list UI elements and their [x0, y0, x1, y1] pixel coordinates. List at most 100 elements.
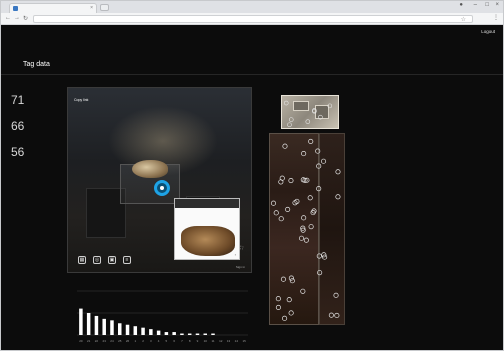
- walk-view-icon[interactable]: ▣: [108, 256, 116, 264]
- tour-viewer[interactable]: Copy link › ▦ ◎ ▣ ≡ ⛶ Sign in: [67, 87, 252, 273]
- chart-tick-label: 24: [110, 339, 114, 343]
- plan-tag-marker[interactable]: [307, 195, 313, 201]
- tab-tag-data[interactable]: Tag data: [23, 61, 50, 68]
- chart-bar[interactable]: [187, 333, 192, 335]
- bookmark-star-icon[interactable]: ☆: [461, 16, 466, 23]
- plan-tag-marker[interactable]: [333, 292, 339, 298]
- user-icon[interactable]: ●: [459, 2, 463, 8]
- plan-tag-marker[interactable]: [315, 148, 321, 154]
- plan-tag-marker[interactable]: [288, 178, 294, 184]
- plan-tag-marker[interactable]: [316, 253, 322, 259]
- plan-tag-marker[interactable]: [305, 119, 311, 124]
- address-bar[interactable]: ☆: [33, 15, 473, 23]
- chart-bar[interactable]: [79, 308, 83, 335]
- back-icon[interactable]: ←: [5, 15, 11, 21]
- minimize-icon[interactable]: –: [474, 2, 477, 8]
- chart-bar[interactable]: [172, 332, 176, 335]
- plan-tag-marker[interactable]: [301, 215, 307, 221]
- plan-tag-marker[interactable]: [289, 278, 295, 284]
- chart-tick-label: 12: [219, 339, 223, 343]
- plan-tag-marker[interactable]: [270, 200, 277, 206]
- chart-bar[interactable]: [156, 330, 161, 335]
- chart-bar[interactable]: [203, 333, 207, 335]
- floorplan-view-icon[interactable]: ▦: [78, 256, 86, 264]
- copy-link-button[interactable]: Copy link: [74, 98, 88, 102]
- chart-bar[interactable]: [133, 326, 138, 335]
- reload-icon[interactable]: ↻: [23, 15, 28, 22]
- plan-tag-marker[interactable]: [334, 312, 340, 319]
- chart-bar[interactable]: [110, 320, 114, 335]
- plan-tag-marker[interactable]: [335, 194, 341, 200]
- chart-tick-label: 1: [134, 339, 136, 343]
- chart-bar[interactable]: [125, 324, 130, 335]
- plan-tag-marker[interactable]: [316, 186, 322, 192]
- plan-tag-marker[interactable]: [278, 216, 284, 222]
- plan-tag-marker[interactable]: [279, 175, 285, 181]
- plan-tag-marker[interactable]: [282, 315, 288, 321]
- chart-bar[interactable]: [86, 313, 91, 335]
- plan-tag-marker[interactable]: [308, 138, 314, 144]
- view-tabs: Tag data: [11, 61, 62, 68]
- chart-bar[interactable]: [211, 333, 215, 335]
- plan-tag-marker[interactable]: [303, 237, 309, 243]
- tag-hotspot-icon[interactable]: [154, 180, 170, 196]
- chart-bar[interactable]: [164, 332, 169, 335]
- plan-tag-marker[interactable]: [335, 169, 341, 175]
- plan-tag-marker[interactable]: [316, 163, 322, 169]
- top-nav: Logout: [453, 29, 495, 34]
- bar-chart-svg: 20 21 22 23 24 25 26 1 2 3 4 5 6 7 8 9 10 11 12 13 14 15: [77, 290, 248, 343]
- plan-tag-marker[interactable]: [275, 304, 281, 310]
- plan-tag-marker[interactable]: [287, 122, 292, 128]
- plan-tag-marker[interactable]: [282, 143, 288, 149]
- plan-tag-marker[interactable]: [285, 206, 291, 212]
- forward-icon[interactable]: →: [14, 15, 20, 21]
- app-header: Logout: [1, 25, 503, 53]
- chart-tick-label: 5: [166, 339, 168, 343]
- sign-in-link[interactable]: Sign in: [236, 265, 245, 269]
- close-icon[interactable]: ×: [90, 5, 93, 11]
- plan-tag-marker[interactable]: [328, 312, 334, 318]
- maximize-icon[interactable]: □: [485, 2, 489, 8]
- tag-card-next-icon[interactable]: ›: [235, 252, 236, 257]
- chart-tick-label: 10: [204, 339, 208, 343]
- plan-tag-marker[interactable]: [288, 117, 294, 122]
- plan-tag-marker[interactable]: [318, 114, 323, 120]
- plan-tag-marker[interactable]: [298, 235, 305, 241]
- stat-value: 66: [11, 119, 25, 133]
- window-close-icon[interactable]: ×: [495, 2, 499, 8]
- plan-tag-marker[interactable]: [300, 288, 306, 294]
- browser-menu-icon[interactable]: ⋮: [493, 14, 499, 21]
- chart-bar[interactable]: [180, 333, 184, 335]
- plan-tag-marker[interactable]: [317, 270, 323, 276]
- plan-tag-marker[interactable]: [320, 158, 327, 164]
- chart-bar[interactable]: [102, 318, 106, 335]
- new-tab-button[interactable]: [100, 4, 109, 11]
- header-divider: [1, 74, 503, 75]
- plan-tag-marker[interactable]: [286, 297, 292, 303]
- chart-bar[interactable]: [149, 329, 153, 335]
- chart-bar[interactable]: [94, 315, 99, 335]
- nav-logout-link[interactable]: Logout: [481, 29, 495, 34]
- floor-plan-panel[interactable]: [263, 87, 493, 337]
- app-viewport: Logout Tag data 71 66 56 Copy link › ▦ ◎…: [1, 25, 503, 350]
- plan-tag-marker[interactable]: [275, 296, 281, 302]
- browser-window: × ● – □ × ← → ↻ ☆ ⋮ Logout Tag data 71 6…: [0, 0, 504, 351]
- plan-tag-marker[interactable]: [283, 100, 289, 106]
- plan-tag-marker[interactable]: [288, 310, 294, 316]
- fullscreen-icon[interactable]: ⛶: [240, 245, 243, 250]
- browser-tab[interactable]: ×: [9, 3, 97, 13]
- chart-bar[interactable]: [118, 323, 122, 335]
- chart-tick-label: 13: [227, 339, 231, 343]
- plan-tag-marker[interactable]: [327, 103, 333, 109]
- plan-tag-marker[interactable]: [273, 210, 279, 216]
- plan-tag-marker[interactable]: [301, 151, 307, 157]
- chart-bar[interactable]: [141, 327, 145, 335]
- floor-select-icon[interactable]: ≡: [123, 256, 131, 264]
- plan-tag-marker[interactable]: [308, 224, 314, 230]
- tour-right-controls: ⛶: [228, 245, 243, 250]
- plan-tag-marker[interactable]: [288, 275, 294, 281]
- chart-tick-label: 15: [242, 339, 246, 343]
- dollhouse-view-icon[interactable]: ◎: [93, 256, 101, 264]
- plan-tag-marker[interactable]: [280, 276, 286, 282]
- chart-bar[interactable]: [195, 333, 200, 335]
